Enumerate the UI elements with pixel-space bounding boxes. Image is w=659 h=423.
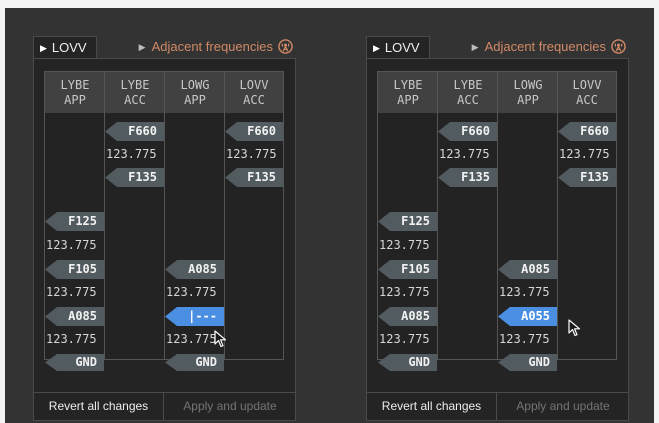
column-divider <box>437 72 438 359</box>
level-flag[interactable]: A085 <box>498 260 557 279</box>
panel-footer: Revert all changes Apply and update <box>367 392 628 421</box>
level-flag[interactable]: F135 <box>558 168 616 187</box>
tab-lovv[interactable]: ▶ LOVV <box>33 36 97 59</box>
level-flag[interactable]: F660 <box>558 122 616 141</box>
column-divider <box>164 72 165 359</box>
frequency-value: 123.775 <box>499 285 550 299</box>
column-divider <box>497 72 498 359</box>
level-flag[interactable]: GND <box>165 354 224 371</box>
app-canvas: ▶ LOVV ▶ Adjacent frequencies LYBE APP LYBE… <box>5 8 654 423</box>
level-flag[interactable]: F125 <box>378 212 437 231</box>
level-flag[interactable]: GND <box>498 354 557 371</box>
column-header-line: LYBE <box>393 78 423 92</box>
apply-and-update-button[interactable]: Apply and update <box>498 393 628 421</box>
level-flag[interactable]: F135 <box>225 168 283 187</box>
level-flag[interactable]: F125 <box>45 212 104 231</box>
column-header-line: APP <box>184 93 206 107</box>
radio-tower-icon <box>611 39 626 54</box>
frequency-value: 123.775 <box>379 238 430 252</box>
column-header-lovv-acc: LOVV ACC <box>225 72 283 113</box>
frequency-grid: LYBE APP LYBE ACC LOWG APP LOVV ACC F125 123… <box>44 71 284 371</box>
triangle-right-icon: ▶ <box>138 42 146 52</box>
level-flag-editing[interactable]: |--- <box>165 307 224 326</box>
column-divider <box>224 72 225 359</box>
frequency-value: 123.775 <box>46 285 97 299</box>
column-header-line: LYBE <box>60 78 90 92</box>
frequency-panel-right: ▶ LOVV ▶ Adjacent frequencies LYBE APP LYBE… <box>366 36 629 421</box>
frequency-grid: LYBE APP LYBE ACC LOWG APP LOVV ACC F125 123… <box>377 71 617 371</box>
frequency-value: 123.775 <box>46 332 97 346</box>
level-flag[interactable]: F135 <box>105 168 164 187</box>
level-flag[interactable]: GND <box>45 354 104 371</box>
level-flag[interactable]: F660 <box>225 122 283 141</box>
column-header-line: LOVV <box>572 78 602 92</box>
frequency-panel-left: ▶ LOVV ▶ Adjacent frequencies LYBE APP LYBE… <box>33 36 296 421</box>
level-flag[interactable]: GND <box>378 354 437 371</box>
column-divider <box>557 72 558 359</box>
column-header-lybe-app: LYBE APP <box>378 72 438 113</box>
column-header-line: ACC <box>576 93 598 107</box>
tab-label: LOVV <box>384 40 420 55</box>
triangle-right-icon: ▶ <box>373 43 380 53</box>
column-header-line: LOVV <box>239 78 269 92</box>
radio-tower-icon <box>278 39 293 54</box>
frequency-value: 123.775 <box>46 238 97 252</box>
column-header-lovv-acc: LOVV ACC <box>558 72 616 113</box>
column-header-lybe-acc: LYBE ACC <box>105 72 165 113</box>
revert-all-changes-button[interactable]: Revert all changes <box>34 393 164 421</box>
level-flag[interactable]: F105 <box>378 260 437 279</box>
panel-body: LYBE APP LYBE ACC LOWG APP LOVV ACC F125 123… <box>366 58 629 421</box>
level-flag[interactable]: F135 <box>438 168 497 187</box>
panel-tab-bar: ▶ LOVV ▶ Adjacent frequencies <box>33 36 293 59</box>
column-divider <box>104 72 105 359</box>
mouse-pointer-icon <box>214 330 227 348</box>
column-header-line: APP <box>397 93 419 107</box>
column-header-lybe-acc: LYBE ACC <box>438 72 498 113</box>
column-header-line: LOWG <box>513 78 543 92</box>
tab-label: LOVV <box>51 40 87 55</box>
triangle-right-icon: ▶ <box>40 43 47 53</box>
frequency-value: 123.775 <box>499 332 550 346</box>
adjacent-frequencies-toggle[interactable]: ▶ Adjacent frequencies <box>472 36 626 59</box>
column-header-lowg-app: LOWG APP <box>165 72 225 113</box>
frequency-value: 123.775 <box>226 147 277 161</box>
frequency-value: 123.775 <box>379 285 430 299</box>
column-header-line: LOWG <box>180 78 210 92</box>
frequency-value: 123.775 <box>439 147 490 161</box>
panel-footer: Revert all changes Apply and update <box>34 392 295 421</box>
level-flag[interactable]: A085 <box>378 307 437 326</box>
adjacent-frequencies-label: Adjacent frequencies <box>484 39 606 54</box>
level-flag[interactable]: F105 <box>45 260 104 279</box>
adjacent-frequencies-label: Adjacent frequencies <box>151 39 273 54</box>
level-flag[interactable]: F660 <box>105 122 164 141</box>
triangle-right-icon: ▶ <box>471 42 479 52</box>
frequency-value: 123.775 <box>559 147 610 161</box>
frequency-value: 123.775 <box>166 285 217 299</box>
column-header-line: ACC <box>457 93 479 107</box>
column-header-line: ACC <box>243 93 265 107</box>
column-header-lybe-app: LYBE APP <box>45 72 105 113</box>
column-header-line: APP <box>517 93 539 107</box>
column-header-line: LYBE <box>120 78 150 92</box>
apply-and-update-button[interactable]: Apply and update <box>165 393 295 421</box>
adjacent-frequencies-toggle[interactable]: ▶ Adjacent frequencies <box>139 36 293 59</box>
frequency-value: 123.775 <box>379 332 430 346</box>
column-header-line: ACC <box>124 93 146 107</box>
level-flag-edited[interactable]: A055 <box>498 307 557 326</box>
mouse-pointer-icon <box>568 319 581 337</box>
panel-tab-bar: ▶ LOVV ▶ Adjacent frequencies <box>366 36 626 59</box>
level-flag[interactable]: A085 <box>45 307 104 326</box>
column-header-line: APP <box>64 93 86 107</box>
level-flag[interactable]: F660 <box>438 122 497 141</box>
tab-lovv[interactable]: ▶ LOVV <box>366 36 430 59</box>
revert-all-changes-button[interactable]: Revert all changes <box>367 393 497 421</box>
panel-body: LYBE APP LYBE ACC LOWG APP LOVV ACC F125 123… <box>33 58 296 421</box>
column-header-lowg-app: LOWG APP <box>498 72 558 113</box>
level-flag[interactable]: A085 <box>165 260 224 279</box>
frequency-value: 123.775 <box>166 332 217 346</box>
column-header-line: LYBE <box>453 78 483 92</box>
frequency-value: 123.775 <box>106 147 157 161</box>
